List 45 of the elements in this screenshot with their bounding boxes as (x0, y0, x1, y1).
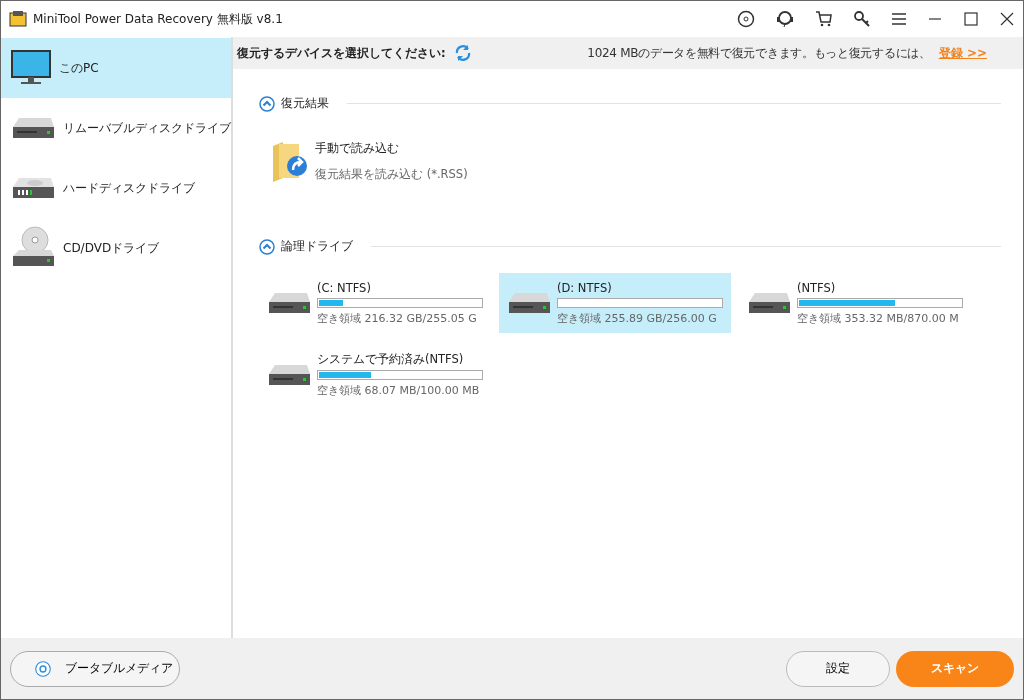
folder-arrow-icon (271, 140, 309, 182)
collapse-icon[interactable] (259, 95, 275, 112)
load-title: 手動で読み込む (315, 140, 400, 157)
free-space-text: 空き領域 353.32 MB/870.00 M (797, 310, 960, 326)
section-title: 論理ドライブ (281, 238, 353, 255)
hard-drive-icon (507, 290, 551, 316)
drive-name: システムで予約済み(NTFS) (317, 352, 465, 367)
load-subtitle: 復元結果を読み込む (*.RSS) (315, 167, 468, 182)
maximize-icon[interactable] (963, 12, 979, 26)
device-prompt: 復元するデバイスを選択してください: (237, 45, 446, 61)
section-title: 復元結果 (281, 95, 329, 112)
hard-drive-icon (267, 290, 311, 316)
close-icon[interactable] (999, 12, 1015, 26)
free-space-text: 空き領域 216.32 GB/255.05 G (317, 310, 478, 326)
hard-drive-icon (267, 362, 311, 388)
free-space-text: 空き領域 255.89 GB/256.00 G (557, 310, 718, 326)
monitor-icon (11, 50, 51, 86)
sidebar-item[interactable]: ハードディスクドライブ (1, 158, 231, 218)
free-limit-notice: 1024 MBのデータを無料で復元できます。もっと復元するには、 (587, 44, 931, 62)
headset-icon[interactable] (775, 10, 795, 28)
drive-name: (D: NTFS) (557, 280, 613, 295)
cart-icon[interactable] (815, 10, 833, 28)
drive-name: (C: NTFS) (317, 280, 372, 295)
key-icon[interactable] (853, 10, 871, 28)
hard-drive-icon (11, 175, 55, 201)
load-result-item[interactable]: 手動で読み込む 復元結果を読み込む (*.RSS) (271, 140, 468, 182)
disc-icon[interactable] (737, 10, 755, 28)
sidebar-item[interactable]: リムーバブルディスクドライブ (1, 98, 231, 158)
app-logo-icon (9, 10, 27, 28)
sidebar-item[interactable]: CD/DVDドライブ (1, 218, 231, 278)
drive-card[interactable]: (NTFS) 空き領域 353.32 MB/870.00 M (739, 273, 971, 333)
menu-icon[interactable] (891, 12, 907, 26)
refresh-icon[interactable] (453, 44, 472, 62)
drive-card[interactable]: (D: NTFS) 空き領域 255.89 GB/256.00 G (499, 273, 731, 333)
window-title: MiniTool Power Data Recovery 無料版 v8.1 (33, 10, 284, 28)
sidebar-item[interactable]: このPC (1, 38, 231, 98)
free-space-text: 空き領域 68.07 MB/100.00 MB (317, 383, 481, 398)
drive-name: (NTFS) (797, 280, 837, 295)
drive-card[interactable]: (C: NTFS) 空き領域 216.32 GB/255.05 G (259, 273, 491, 333)
bootable-media-button[interactable]: ブータブルメディア (10, 650, 180, 687)
drive-card[interactable]: システムで予約済み(NTFS) 空き領域 68.07 MB/100.00 MB (259, 345, 491, 405)
hard-drive-icon (747, 290, 791, 316)
settings-button[interactable]: 設定 (786, 650, 890, 687)
collapse-icon[interactable] (259, 238, 275, 255)
removable-drive-icon (11, 115, 55, 141)
